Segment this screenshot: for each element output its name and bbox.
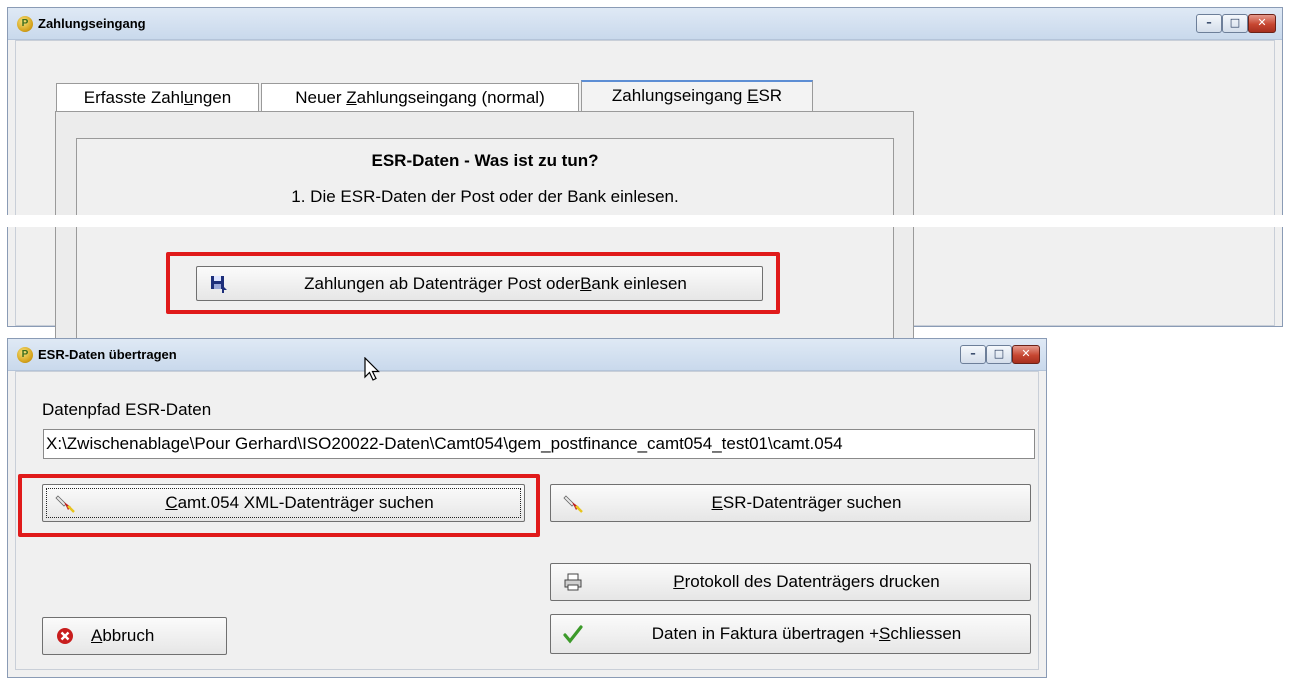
read-from-medium-button[interactable]: Zahlungen ab Datenträger Post oder Bank … <box>196 266 763 301</box>
flashlight-icon <box>563 495 583 513</box>
esr-instructions-group: ESR-Daten - Was ist zu tun? 1. Die ESR-D… <box>76 138 894 358</box>
close-button[interactable]: ✕ <box>1012 345 1040 364</box>
instructions-step-1: 1. Die ESR-Daten der Post oder der Bank … <box>291 187 679 206</box>
floppy-disk-icon <box>211 275 227 293</box>
printer-icon <box>564 573 582 591</box>
cancel-icon <box>57 628 73 644</box>
camt-xml-search-button[interactable]: Camt.054 XML-Datenträger suchen <box>42 484 525 522</box>
esr-transfer-titlebar[interactable]: P ESR-Daten übertragen – □ ✕ <box>8 339 1046 371</box>
app-logo-icon: P <box>17 347 33 363</box>
screenshot-gap <box>0 215 1289 227</box>
transfer-and-close-button[interactable]: Daten in Faktura übertragen + Schliessen <box>550 614 1031 654</box>
tab-neuer-zahlungseingang[interactable]: Neuer Zahlungseingang (normal) <box>261 83 579 112</box>
print-protocol-button[interactable]: Protokoll des Datenträgers drucken <box>550 563 1031 601</box>
path-label: Datenpfad ESR-Daten <box>42 400 212 419</box>
instructions-heading: ESR-Daten - Was ist zu tun? <box>371 151 599 170</box>
maximize-button[interactable]: □ <box>986 345 1012 364</box>
mouse-cursor-icon <box>364 357 380 381</box>
window-title: ESR-Daten übertragen <box>38 347 177 362</box>
maximize-button[interactable]: □ <box>1222 14 1248 33</box>
close-button[interactable]: ✕ <box>1248 14 1276 33</box>
path-input[interactable]: X:\Zwischenablage\Pour Gerhard\ISO20022-… <box>43 429 1035 459</box>
checkmark-icon <box>563 625 583 644</box>
esr-medium-search-button[interactable]: E SR-Datenträger suchen <box>550 484 1031 522</box>
flashlight-icon <box>55 495 75 513</box>
app-logo-icon: P <box>17 16 33 32</box>
tab-zahlungseingang-esr[interactable]: Zahlungseingang ESR <box>581 80 813 112</box>
abort-button[interactable]: Abbruch <box>42 617 227 655</box>
zahlungseingang-titlebar[interactable]: P Zahlungseingang – □ ✕ <box>8 8 1282 40</box>
tab-erfasste-zahlungen[interactable]: Erfasste Zahlungen <box>56 83 259 112</box>
minimize-button[interactable]: – <box>1196 14 1222 33</box>
minimize-button[interactable]: – <box>960 345 986 364</box>
window-title: Zahlungseingang <box>38 16 146 31</box>
